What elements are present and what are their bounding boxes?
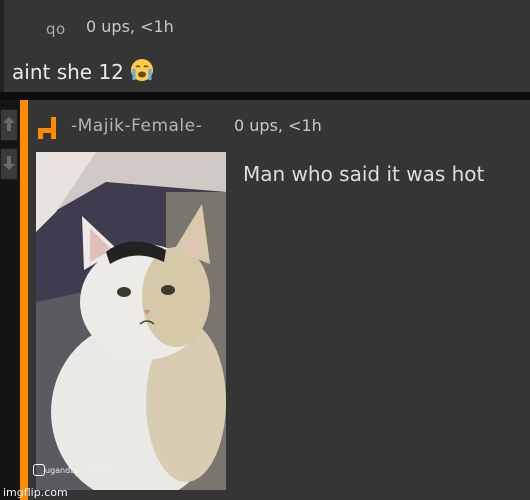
top-comment-text: aint she 12 [12,58,154,87]
cat-image[interactable] [36,152,226,490]
reply-thread-highlight [20,100,28,500]
downvote-button[interactable] [0,148,18,180]
upvote-button[interactable] [0,109,18,141]
user-avatar-icon[interactable] [38,117,60,139]
comment-divider [0,92,530,100]
reply-meta: 0 ups, <1h [234,116,322,135]
downvote-arrow-icon [3,156,15,170]
reply-username[interactable]: -Majik-Female- [71,116,202,136]
upvote-arrow-icon [3,117,15,131]
top-comment-username[interactable]: qo [46,20,66,38]
thread-line [0,0,4,92]
reply-text: Man who said it was hot [243,162,485,186]
image-watermark: ugandan_nockle [45,466,111,475]
top-comment-body: aint she 12 [12,60,124,84]
site-watermark: imgflip.com [3,486,68,499]
loudly-crying-face-icon [130,58,154,87]
reels-icon [33,464,45,476]
top-comment-meta: 0 ups, <1h [86,17,174,36]
